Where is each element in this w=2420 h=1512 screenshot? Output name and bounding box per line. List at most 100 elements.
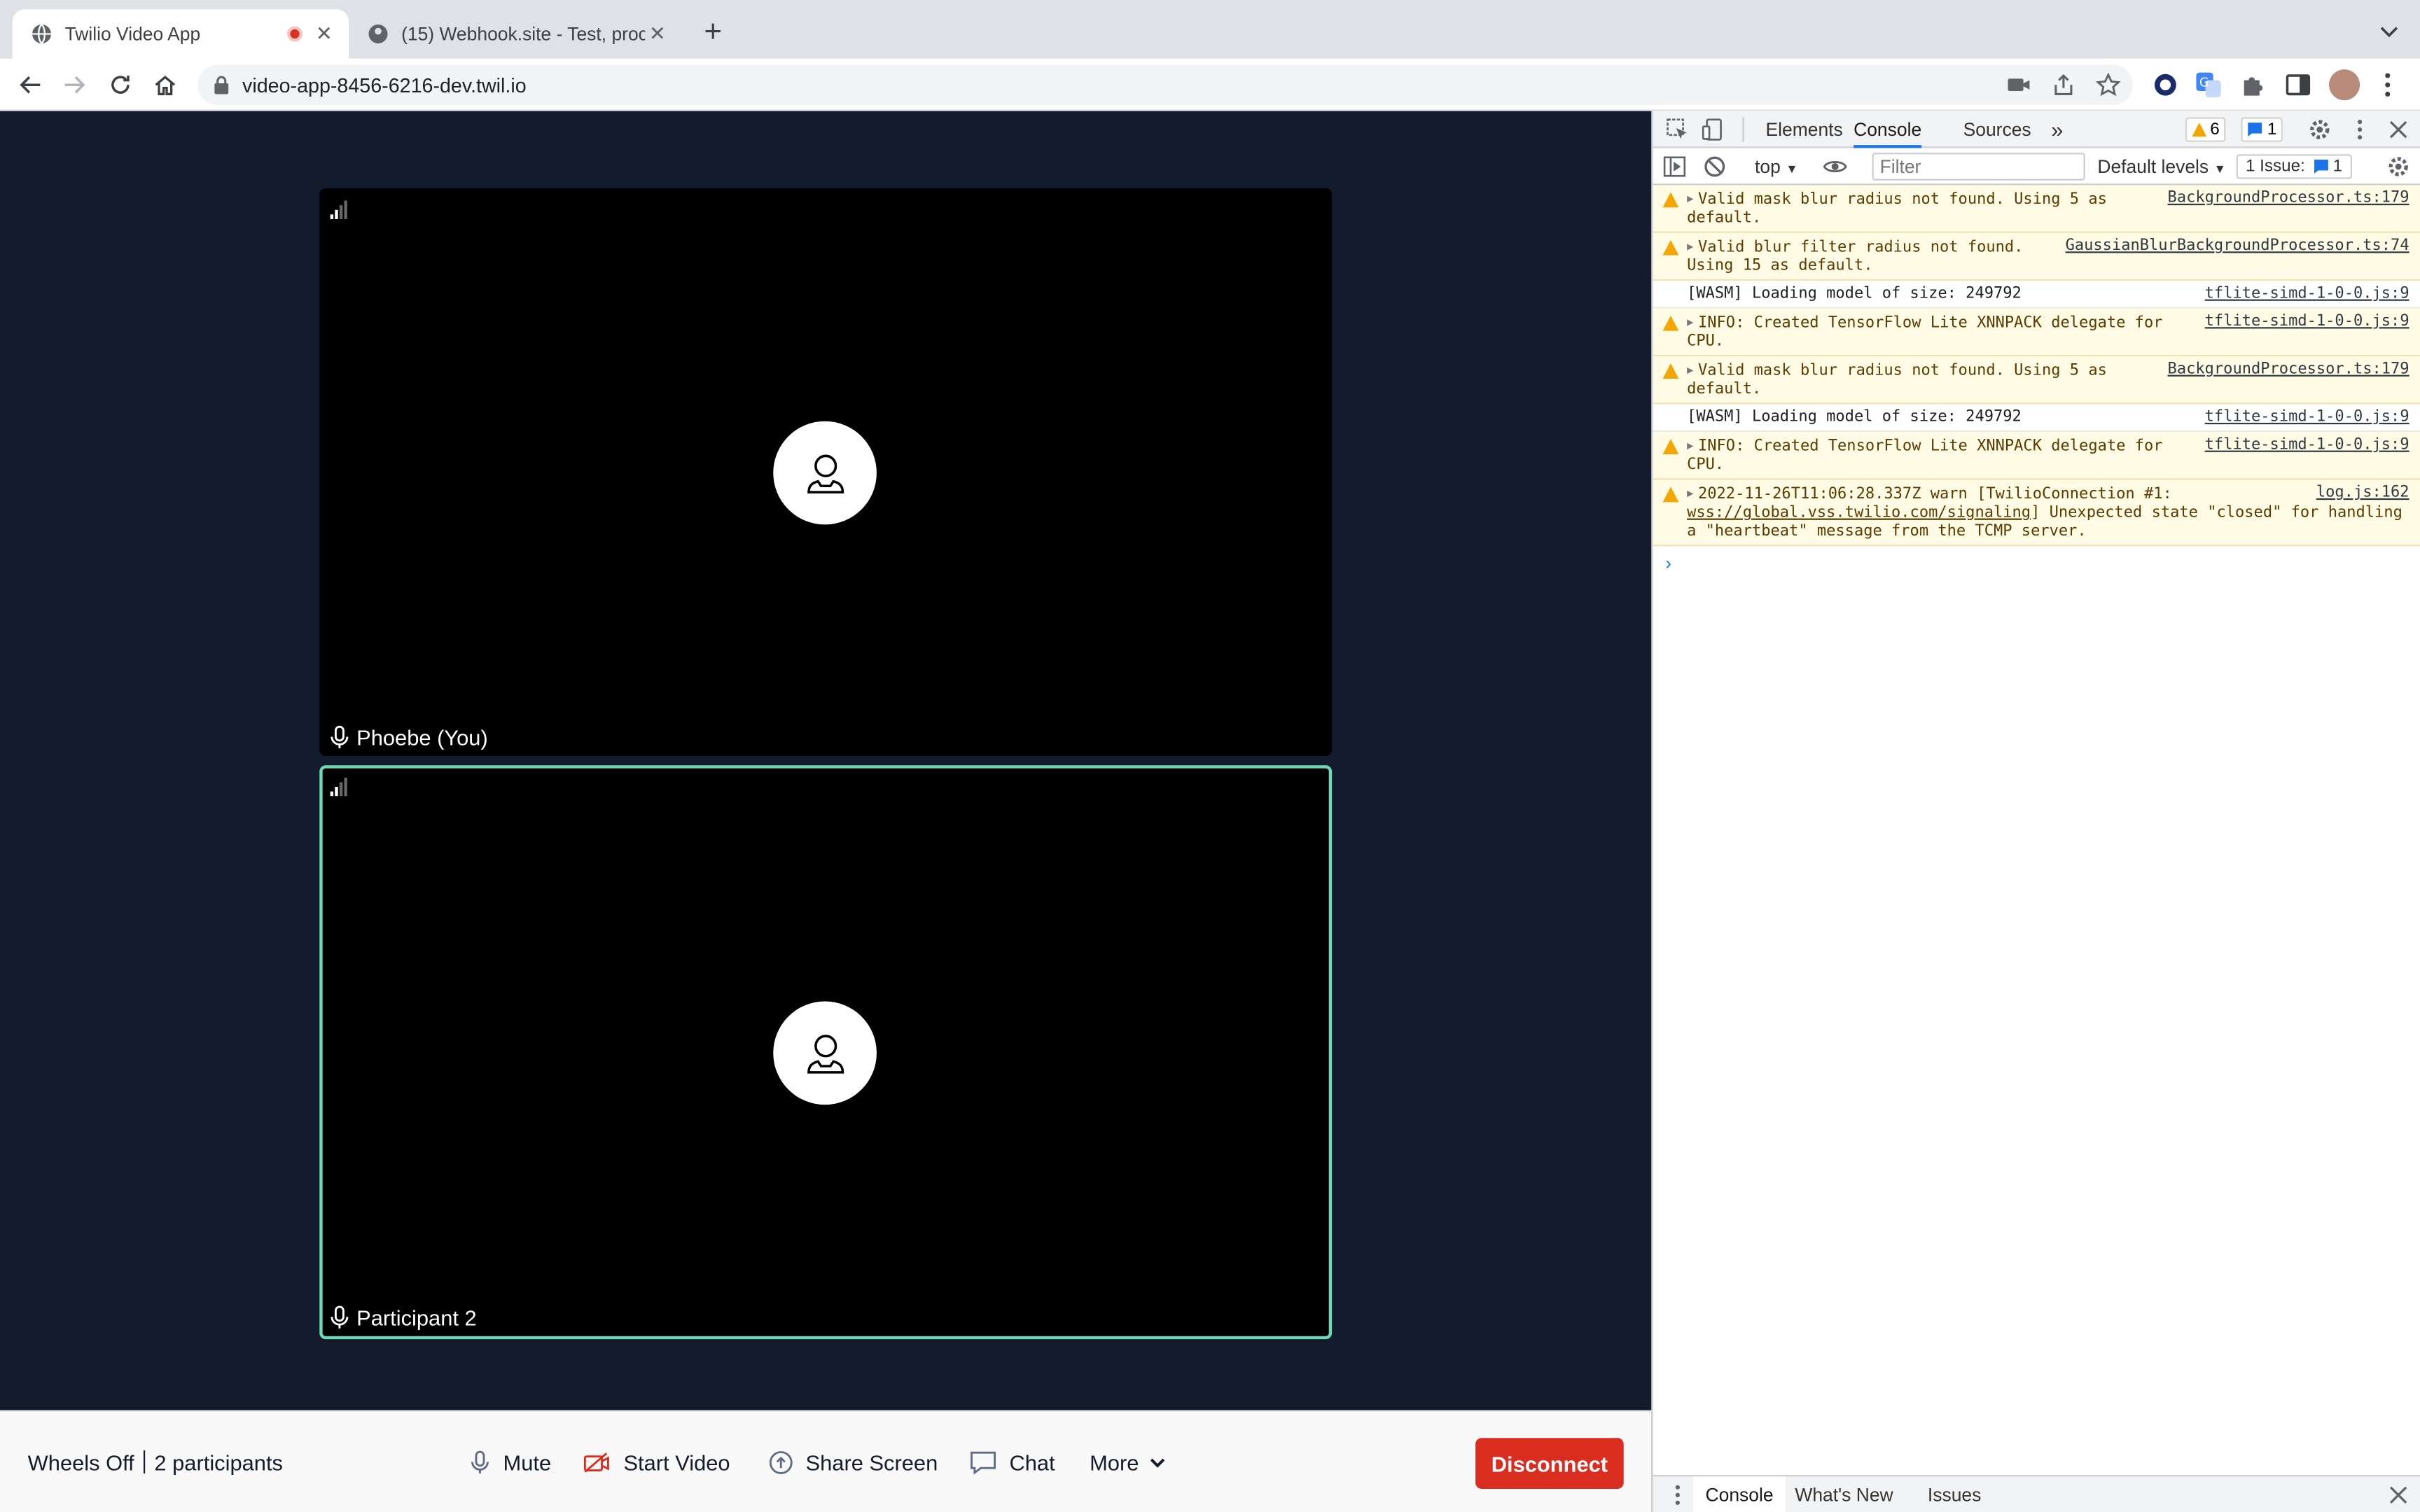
expand-triangle-icon[interactable]: ▶: [1687, 364, 1693, 377]
video-app: Phoebe (You) Participant 2: [0, 111, 1652, 1512]
sidebar-toggle-icon[interactable]: [1662, 154, 1687, 178]
console-message[interactable]: tflite-simd-1-0-0.js:9 ▶ INFO: Created Te…: [1653, 308, 2420, 357]
chevron-down-icon: [1150, 1458, 1165, 1468]
devtools-tabbar: Elements Console Sources » 6 1: [1653, 111, 2420, 148]
reload-icon: [111, 76, 130, 94]
tab-search-chevron-icon[interactable]: [2377, 18, 2401, 43]
devtools-panel: Elements Console Sources » 6 1 top ▼ Fil…: [1651, 111, 2420, 1512]
lock-icon: [214, 76, 229, 94]
source-link[interactable]: BackgroundProcessor.ts:179: [2168, 361, 2409, 379]
participant-tile-local[interactable]: Phoebe (You): [319, 188, 1333, 757]
warning-icon: [1662, 486, 1679, 503]
expand-triangle-icon[interactable]: ▶: [1687, 193, 1693, 206]
share-icon[interactable]: [2051, 73, 2075, 97]
issues-counter[interactable]: 1 Issue: 1: [2236, 154, 2352, 179]
network-quality-icon: [330, 777, 347, 797]
url-text: video-app-8456-6216-dev.twil.io: [242, 73, 527, 97]
mute-button[interactable]: Mute: [469, 1436, 551, 1489]
divider: [143, 1450, 146, 1474]
source-link[interactable]: tflite-simd-1-0-0.js:9: [2205, 286, 2409, 304]
extensions-puzzle-icon[interactable]: [2239, 71, 2267, 99]
inspect-element-icon[interactable]: [1665, 118, 1690, 142]
forward-arrow-icon: [64, 76, 85, 94]
browser-menu-icon[interactable]: [2377, 71, 2398, 99]
extension-o-icon[interactable]: [2152, 71, 2180, 99]
drawer-tab-issues[interactable]: Issues: [1928, 1476, 1981, 1512]
websocket-link[interactable]: wss://global.vss.twilio.com/signaling: [1687, 505, 2031, 522]
console-message[interactable]: log.js:162 ▶ 2022-11-26T11:06:28.337Z war…: [1653, 479, 2420, 547]
back-button[interactable]: [15, 69, 46, 100]
call-controls-bar: Wheels Off 2 participants Mute Start Vide…: [0, 1410, 1652, 1512]
translate-extension-icon[interactable]: G: [2195, 71, 2223, 99]
console-filter-bar: top ▼ Filter Default levels ▼ 1 Issue: 1: [1653, 148, 2420, 186]
devtools-menu-icon[interactable]: [2347, 118, 2372, 142]
expand-triangle-icon[interactable]: ▶: [1687, 241, 1693, 253]
svg-text:G: G: [2199, 76, 2209, 90]
start-video-button[interactable]: Start Video: [583, 1436, 730, 1489]
messages-badge[interactable]: 1: [2241, 117, 2283, 142]
devtools-drawer-tabbar: Console What's New Issues: [1653, 1475, 2420, 1512]
camera-in-use-icon[interactable]: [2006, 73, 2031, 97]
source-link[interactable]: GaussianBlurBackgroundProcessor.ts:74: [2066, 237, 2409, 255]
drawer-tab-whats-new[interactable]: What's New: [1795, 1476, 1893, 1512]
browser-tab-twilio-video[interactable]: Twilio Video App ✕: [12, 9, 349, 59]
bookmark-star-icon[interactable]: [2096, 72, 2121, 97]
close-drawer-icon[interactable]: [2386, 1483, 2411, 1507]
source-link[interactable]: log.js:162: [2316, 484, 2409, 503]
tab-elements[interactable]: Elements: [1765, 111, 1842, 148]
warning-icon: [1662, 192, 1679, 208]
console-prompt-input[interactable]: ›: [1653, 546, 2420, 580]
network-quality-icon: [330, 200, 347, 219]
home-button[interactable]: [150, 69, 181, 100]
address-bar[interactable]: video-app-8456-6216-dev.twil.io: [197, 64, 2134, 105]
clear-console-icon[interactable]: [1702, 154, 1727, 178]
tab-sources[interactable]: Sources: [1963, 111, 2031, 148]
new-tab-button[interactable]: +: [697, 17, 728, 49]
console-message[interactable]: tflite-simd-1-0-0.js:9 ▶ INFO: Created Te…: [1653, 432, 2420, 480]
settings-gear-icon[interactable]: [2307, 118, 2332, 142]
participant-name-label: Participant 2: [328, 1306, 477, 1330]
warning-icon: [1662, 363, 1679, 379]
device-toolbar-icon[interactable]: [1701, 118, 1725, 142]
close-tab-icon[interactable]: ✕: [312, 22, 336, 46]
console-message[interactable]: BackgroundProcessor.ts:179 ▶ Valid mask b…: [1653, 356, 2420, 405]
console-messages: BackgroundProcessor.ts:179 ▶ Valid mask b…: [1653, 185, 2420, 1465]
expand-triangle-icon[interactable]: ▶: [1687, 316, 1693, 329]
participant-tile-remote[interactable]: Participant 2: [319, 765, 1333, 1340]
more-tabs-icon[interactable]: »: [2051, 111, 2063, 148]
chat-button[interactable]: Chat: [969, 1436, 1055, 1489]
tab-console[interactable]: Console: [1854, 111, 1922, 148]
source-link[interactable]: BackgroundProcessor.ts:179: [2168, 190, 2409, 208]
console-filter-input[interactable]: Filter: [1872, 153, 2085, 181]
console-message[interactable]: GaussianBlurBackgroundProcessor.ts:74 ▶ V…: [1653, 232, 2420, 281]
source-link[interactable]: tflite-simd-1-0-0.js:9: [2205, 313, 2409, 331]
forward-button[interactable]: [59, 69, 90, 100]
drawer-menu-icon[interactable]: [1665, 1483, 1690, 1507]
console-message[interactable]: tflite-simd-1-0-0.js:9 [WASM] Loading mo…: [1653, 404, 2420, 433]
participant-name: Phoebe (You): [356, 724, 488, 750]
browser-tab-strip: Twilio Video App ✕ (15) Webhook.site - T…: [0, 0, 2420, 59]
close-tab-icon[interactable]: ✕: [645, 22, 669, 46]
drawer-tab-console[interactable]: Console: [1692, 1476, 1786, 1512]
warning-icon: [1662, 315, 1679, 331]
share-screen-button[interactable]: Share Screen: [769, 1436, 938, 1489]
warnings-badge[interactable]: 6: [2185, 117, 2226, 142]
disconnect-button[interactable]: Disconnect: [1475, 1438, 1624, 1489]
reload-button[interactable]: [105, 69, 136, 100]
more-button[interactable]: More: [1090, 1436, 1179, 1489]
expand-triangle-icon[interactable]: ▶: [1687, 487, 1693, 500]
room-name: Wheels Off: [27, 1450, 134, 1476]
console-settings-gear-icon[interactable]: [2386, 154, 2411, 178]
console-message[interactable]: tflite-simd-1-0-0.js:9 [WASM] Loading mo…: [1653, 281, 2420, 309]
source-link[interactable]: tflite-simd-1-0-0.js:9: [2205, 437, 2409, 455]
log-levels-dropdown[interactable]: Default levels ▼: [2097, 156, 2226, 178]
context-selector[interactable]: top ▼: [1755, 156, 1798, 178]
console-message[interactable]: BackgroundProcessor.ts:179 ▶ Valid mask b…: [1653, 185, 2420, 233]
live-expression-eye-icon[interactable]: [1823, 154, 1847, 178]
expand-triangle-icon[interactable]: ▶: [1687, 440, 1693, 452]
side-panel-icon[interactable]: [2284, 71, 2312, 99]
source-link[interactable]: tflite-simd-1-0-0.js:9: [2205, 409, 2409, 427]
profile-avatar[interactable]: [2328, 69, 2360, 101]
close-devtools-icon[interactable]: [2386, 118, 2411, 142]
browser-tab-webhook[interactable]: (15) Webhook.site - Test, proce ✕: [349, 9, 682, 59]
